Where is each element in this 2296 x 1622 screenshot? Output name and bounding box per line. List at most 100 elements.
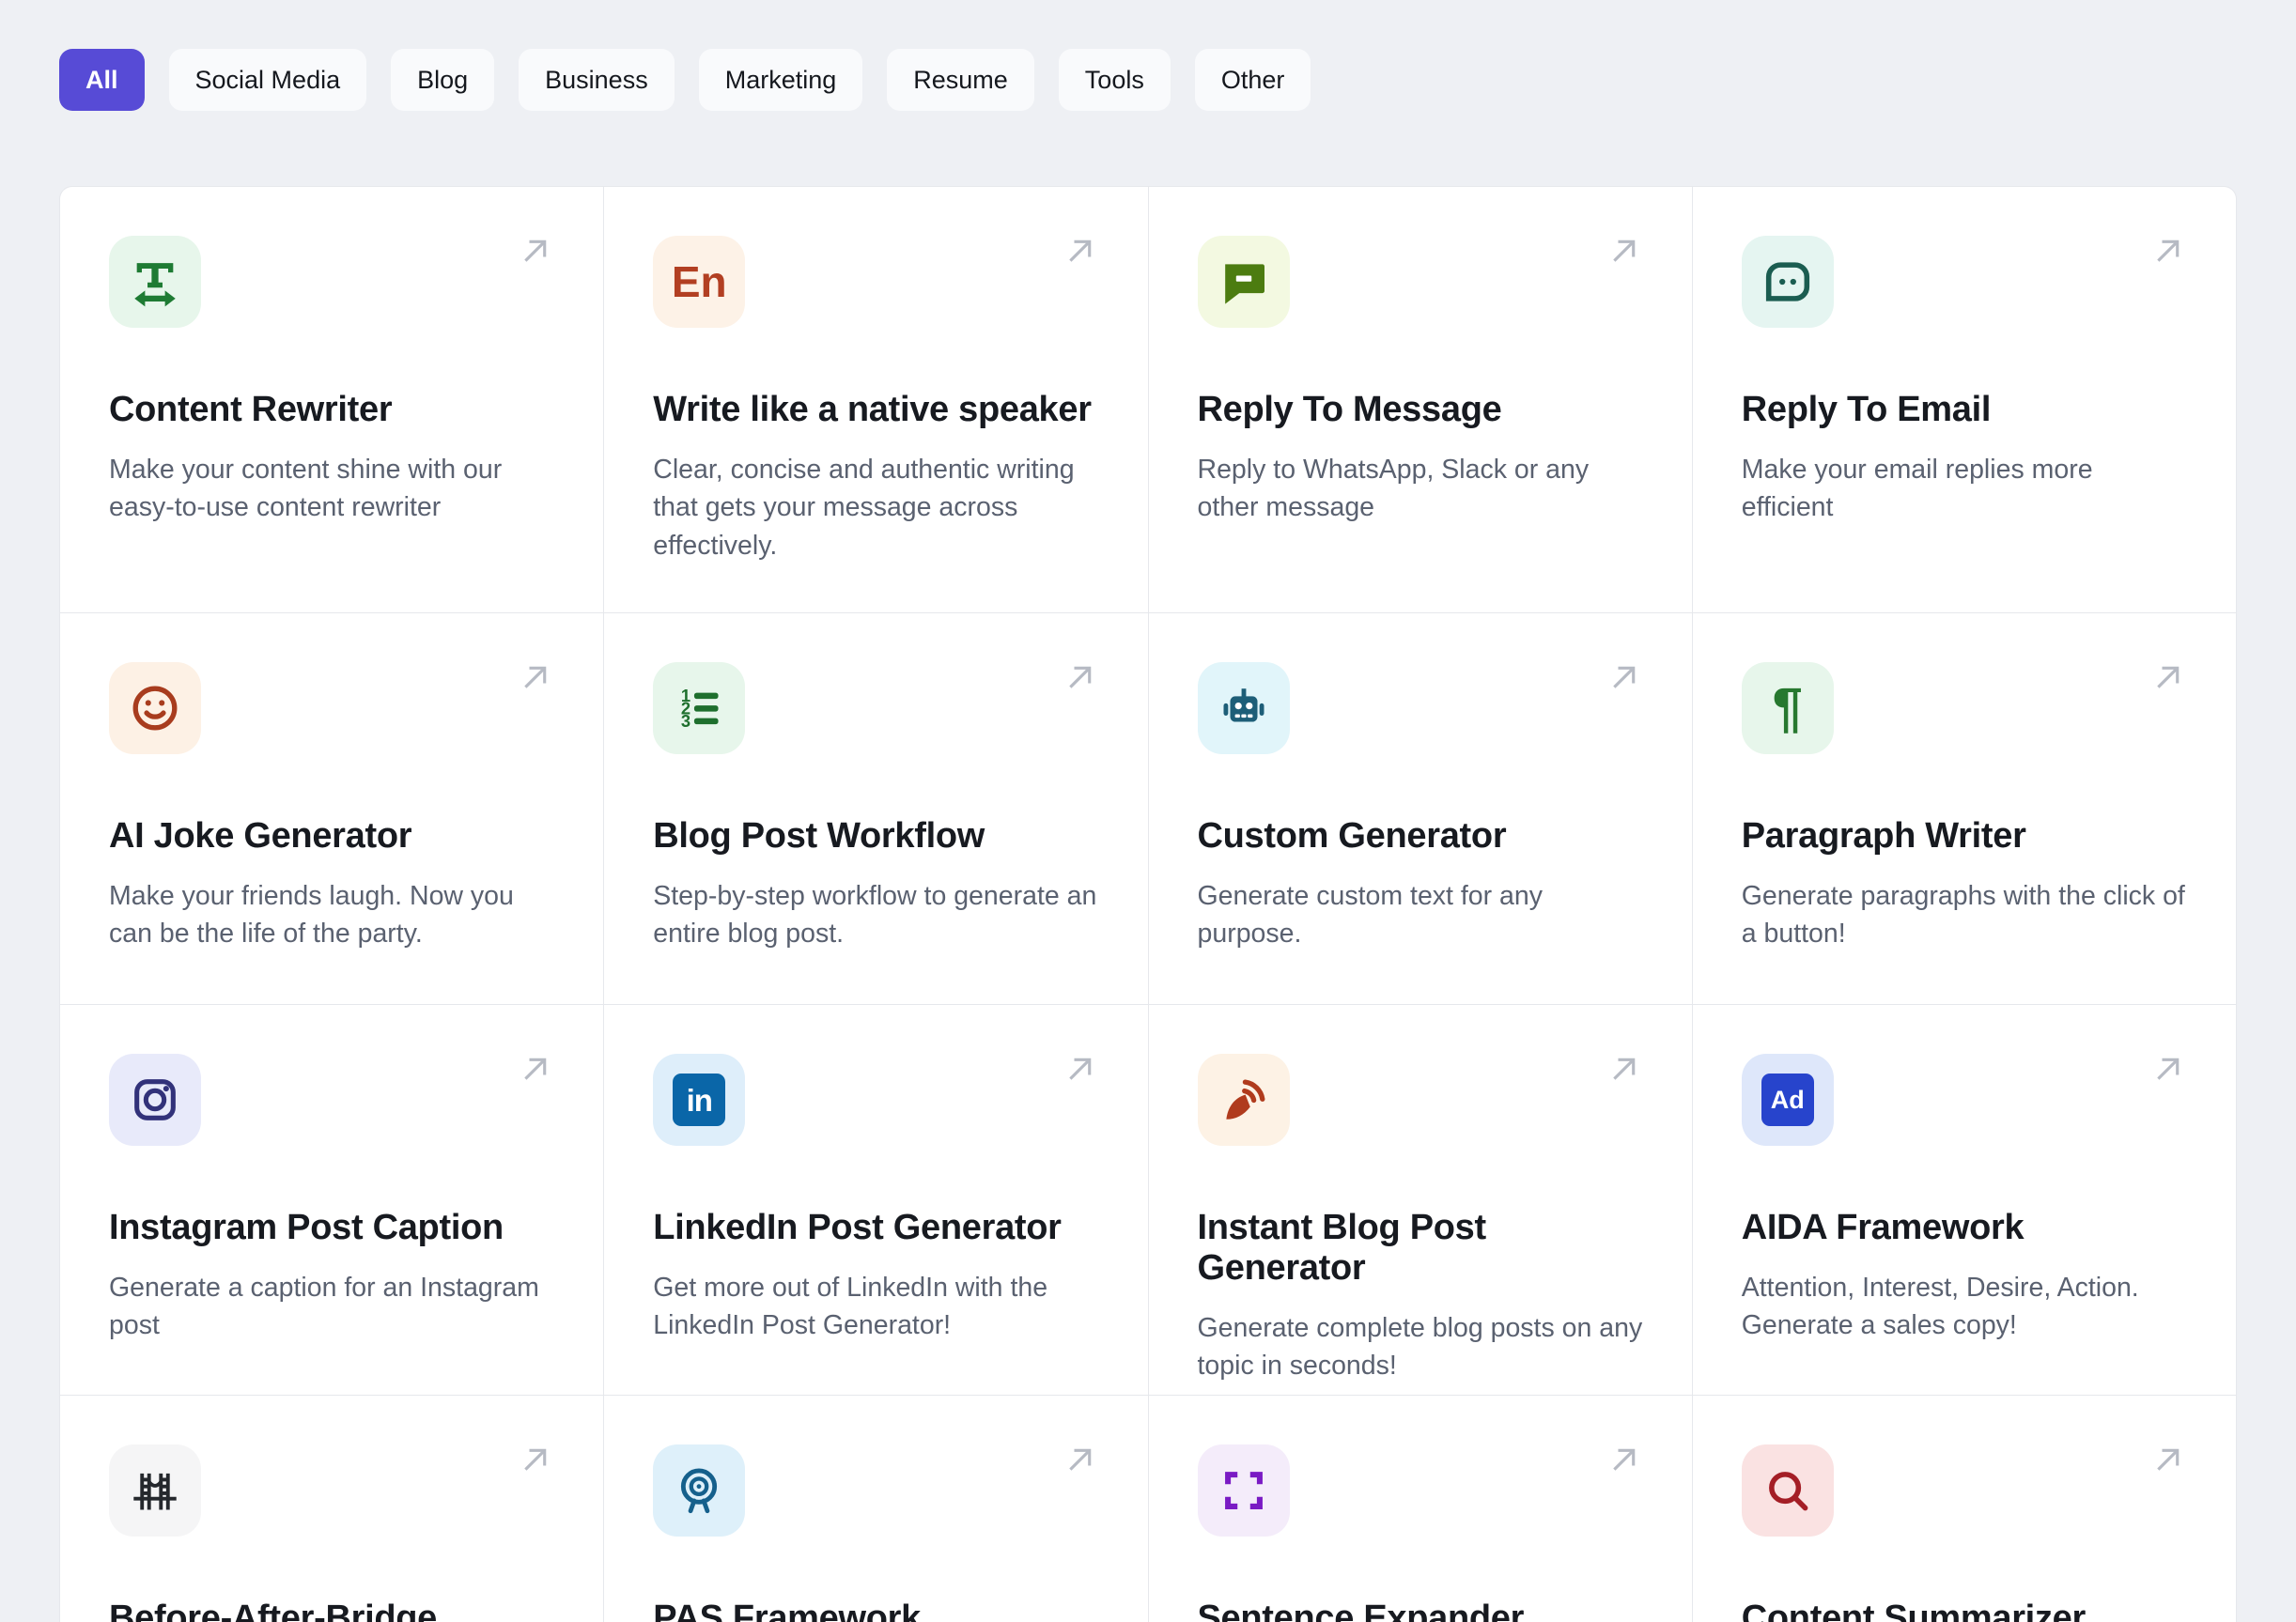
category-filter-pill[interactable]: Social Media [168,49,367,111]
target-award-icon [653,1444,746,1537]
template-card[interactable]: Content Rewriter Make your content shine… [60,187,604,612]
template-card[interactable]: Ad AIDA Framework Attention, Interest, D… [1692,1005,2236,1395]
card-header: in [653,1054,1100,1146]
card-header [1197,1054,1645,1146]
card-header [1741,1444,2189,1537]
category-filter-pill[interactable]: Blog [391,49,495,111]
category-filter-pill[interactable]: All [59,49,145,111]
template-card[interactable]: Instagram Post Caption Generate a captio… [60,1005,604,1395]
card-title: Custom Generator [1197,816,1507,856]
category-filter-pill[interactable]: Resume [887,49,1034,111]
chat-dots-icon [1741,236,1834,328]
arrow-up-right-icon[interactable] [515,230,556,271]
arrow-up-right-icon[interactable] [1060,657,1101,698]
card-title: Instant Blog Post Generator [1197,1208,1487,1288]
card-title: Instagram Post Caption [109,1208,504,1247]
ad-icon: Ad [1741,1054,1834,1146]
arrow-up-right-icon[interactable] [2148,1048,2189,1089]
arrow-up-right-icon[interactable] [1060,230,1101,271]
arrow-up-right-icon[interactable] [1604,1048,1645,1089]
card-header: En [653,236,1100,328]
arrow-up-right-icon[interactable] [1060,1439,1101,1480]
expand-icon [1197,1444,1290,1537]
card-description: Generate custom text for any purpose. [1197,881,1544,950]
arrow-up-right-icon[interactable] [515,1439,556,1480]
card-description: Reply to WhatsApp, Slack or any other me… [1197,455,1590,523]
card-title: LinkedIn Post Generator [653,1208,1062,1247]
card-title: Sentence Expander [1197,1599,1525,1622]
template-card[interactable]: Content Summarizer [1692,1396,2236,1622]
template-card[interactable]: Instant Blog Post Generator Generate com… [1148,1005,1692,1395]
card-title: Blog Post Workflow [653,816,985,856]
card-description: Make your content shine with our easy-to… [109,455,503,523]
card-description: Generate complete blog posts on any topi… [1197,1313,1643,1382]
card-description: Attention, Interest, Desire, Action. Gen… [1741,1273,2139,1341]
card-title: AIDA Framework [1741,1208,2025,1247]
card-description: Get more out of LinkedIn with the Linked… [653,1273,1048,1341]
card-title: Reply To Message [1197,390,1502,429]
card-header [109,1444,556,1537]
card-description: Generate paragraphs with the click of a … [1741,881,2185,950]
card-title: Before-After-Bridge [109,1599,437,1622]
robot-icon [1197,662,1290,754]
template-card[interactable]: Custom Generator Generate custom text fo… [1148,613,1692,1004]
card-title: Write like a native speaker [653,390,1092,429]
card-header [109,236,556,328]
template-card[interactable]: AI Joke Generator Make your friends laug… [60,613,604,1004]
template-card[interactable]: Before-After-Bridge [60,1396,604,1622]
template-gallery-page: All Social Media Blog Business Marketing… [0,0,2296,1622]
card-header [1197,1444,1645,1537]
arrow-up-right-icon[interactable] [1604,230,1645,271]
template-card[interactable]: in LinkedIn Post Generator Get more out … [604,1005,1148,1395]
card-description: Make your email replies more efficient [1741,455,2093,523]
card-title: Paragraph Writer [1741,816,2026,856]
arrow-up-right-icon[interactable] [2148,1439,2189,1480]
card-title: Content Rewriter [109,390,393,429]
card-title: PAS Framework [653,1599,921,1622]
category-filter-pill[interactable]: Other [1194,49,1311,111]
card-header [653,1444,1100,1537]
template-card[interactable]: 123 Blog Post Workflow Step-by-step work… [604,613,1148,1004]
template-card[interactable]: Sentence Expander [1148,1396,1692,1622]
template-card[interactable]: Reply To Message Reply to WhatsApp, Slac… [1148,187,1692,612]
linkedin-icon: in [653,1054,746,1146]
template-card[interactable]: Reply To Email Make your email replies m… [1692,187,2236,612]
arrow-up-right-icon[interactable] [515,657,556,698]
arrow-up-right-icon[interactable] [1604,657,1645,698]
arrow-up-right-icon[interactable] [2148,230,2189,271]
card-header [1197,662,1645,754]
card-description: Clear, concise and authentic writing tha… [653,455,1075,561]
card-description: Step-by-step workflow to generate an ent… [653,881,1097,950]
arrow-up-right-icon[interactable] [2148,657,2189,698]
pilcrow-icon: ¶ [1741,662,1834,754]
template-card[interactable]: ¶ Paragraph Writer Generate paragraphs w… [1692,613,2236,1004]
english-language-icon: En [653,236,746,328]
card-header [1741,236,2189,328]
card-header [109,662,556,754]
card-header: 123 [653,662,1100,754]
text-width-icon [109,236,201,328]
category-filter-pill[interactable]: Business [519,49,675,111]
bridge-icon [109,1444,201,1537]
instagram-icon [109,1054,201,1146]
category-filter-bar: All Social Media Blog Business Marketing… [59,49,2237,111]
template-card[interactable]: En Write like a native speaker Clear, co… [604,187,1148,612]
card-description: Make your friends laugh. Now you can be … [109,881,514,950]
arrow-up-right-icon[interactable] [1060,1048,1101,1089]
template-card[interactable]: PAS Framework [604,1396,1148,1622]
numbered-list-icon: 123 [653,662,746,754]
arrow-up-right-icon[interactable] [1604,1439,1645,1480]
card-header [1197,236,1645,328]
card-header: ¶ [1741,662,2189,754]
card-title: Reply To Email [1741,390,1992,429]
category-filter-pill[interactable]: Tools [1058,49,1171,111]
card-title: AI Joke Generator [109,816,412,856]
card-title: Content Summarizer [1741,1599,2087,1622]
card-header [109,1054,556,1146]
card-header: Ad [1741,1054,2189,1146]
category-filter-pill[interactable]: Marketing [698,49,863,111]
arrow-up-right-icon[interactable] [515,1048,556,1089]
quill-signal-icon [1197,1054,1290,1146]
template-grid-container: Content Rewriter Make your content shine… [59,186,2237,1622]
smiley-icon [109,662,201,754]
